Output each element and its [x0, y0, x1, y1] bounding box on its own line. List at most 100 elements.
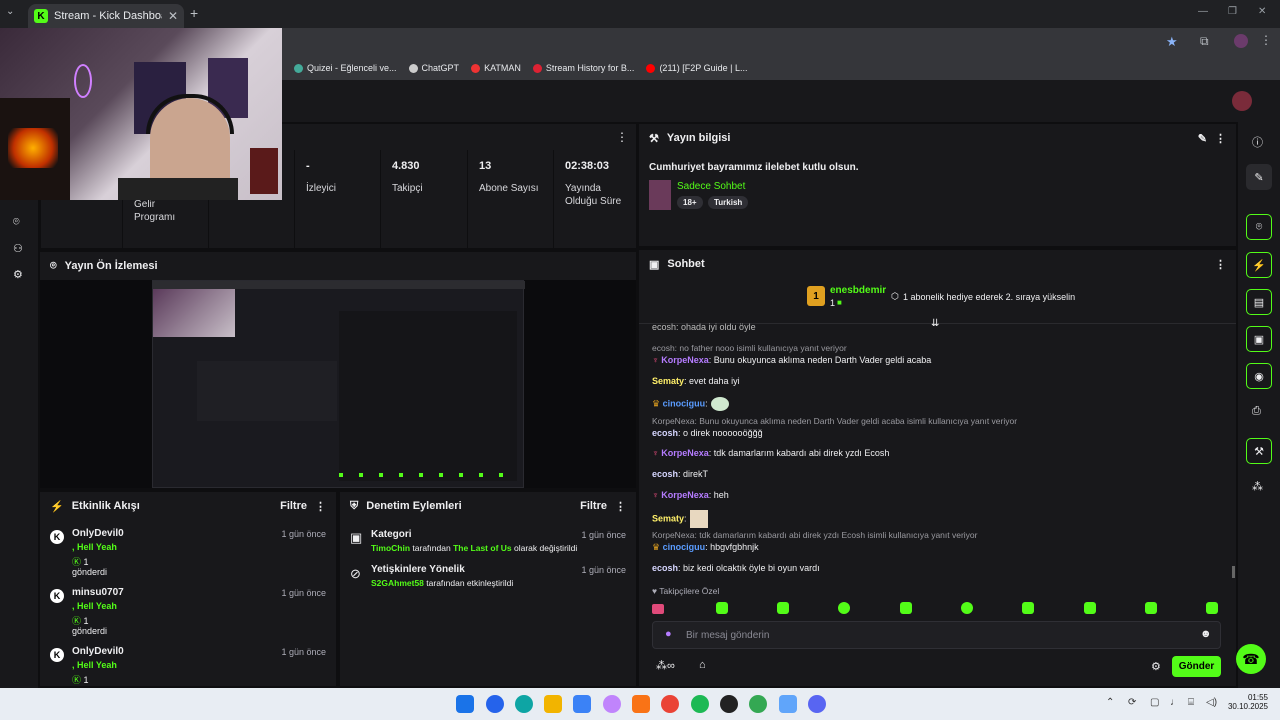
emote-button[interactable] [838, 602, 850, 614]
bookmark-item[interactable]: Stream History for B... [532, 63, 634, 73]
chat-username[interactable]: Sematy [652, 513, 684, 523]
emoji-icon[interactable]: ☻ [1200, 628, 1212, 640]
activity-user[interactable]: minsu0707 [72, 587, 124, 598]
category-link[interactable]: Sadece Sohbet [677, 181, 745, 192]
preview-video[interactable] [152, 280, 525, 488]
chat-menu-icon[interactable]: ⋮ [1215, 258, 1226, 271]
chat-input[interactable]: ● Bir mesaj gönderin ☻ [652, 621, 1221, 649]
close-window-icon[interactable]: ✕ [1258, 6, 1266, 17]
chat-username[interactable]: cinociguu [663, 542, 706, 552]
tray-app-icon[interactable]: ⟳ [1128, 697, 1136, 708]
chat-username[interactable]: ecosh [652, 469, 678, 479]
emote-button[interactable] [652, 604, 664, 614]
clock[interactable]: 01:55 30.10.2025 [1226, 693, 1268, 711]
chat-username[interactable]: KorpeNexa [661, 355, 709, 365]
stats-menu-icon[interactable]: ⋮ [616, 130, 628, 144]
settings-icon[interactable]: ⚙ [13, 268, 23, 281]
volume-icon[interactable]: ◁) [1206, 697, 1217, 708]
tray-chevron-icon[interactable]: ⌃ [1106, 697, 1114, 708]
chat-username[interactable]: Sematy [652, 376, 684, 386]
tools-button[interactable]: ⚒ [1246, 438, 1272, 464]
edit-icon[interactable]: ✎ [1198, 132, 1207, 145]
emote-button[interactable] [1084, 602, 1096, 614]
tab-close-icon[interactable]: ✕ [168, 9, 178, 23]
file-explorer-icon[interactable] [544, 695, 562, 713]
emote-button[interactable] [777, 602, 789, 614]
users-icon[interactable]: ⚇ [13, 242, 23, 255]
bookmark-star-icon[interactable]: ★ [1166, 34, 1178, 50]
chrome-icon[interactable] [661, 695, 679, 713]
emote-button[interactable] [1206, 602, 1218, 614]
edge-icon[interactable] [515, 695, 533, 713]
start-icon[interactable] [456, 695, 474, 713]
category-thumbnail[interactable] [649, 180, 671, 210]
support-chat-button[interactable]: ☎ [1236, 644, 1266, 674]
print-icon[interactable]: ⎙ [1252, 405, 1261, 418]
chat-username[interactable]: cinociguu [663, 398, 706, 408]
stream-view-button[interactable]: ⌾ [1246, 214, 1272, 240]
extensions-icon[interactable]: ⧉ [1200, 34, 1209, 49]
app-icon[interactable] [486, 695, 504, 713]
chrome-profile-icon[interactable] [749, 695, 767, 713]
bookmark-item[interactable]: KATMAN [471, 63, 521, 73]
vlc-icon[interactable] [632, 695, 650, 713]
restore-icon[interactable]: ❐ [1228, 6, 1237, 17]
tag-badge[interactable]: 18+ [677, 196, 703, 209]
discord-icon[interactable] [808, 695, 826, 713]
stream-icon[interactable]: ⌾ [13, 216, 20, 229]
copilot-icon[interactable] [603, 695, 621, 713]
bookmark-item[interactable]: ChatGPT [408, 63, 459, 73]
app-icon[interactable] [779, 695, 797, 713]
obs-icon[interactable] [720, 695, 738, 713]
emote-button[interactable] [716, 602, 728, 614]
emote-button[interactable] [1022, 602, 1034, 614]
chat-username[interactable]: KorpeNexa [661, 448, 709, 458]
mod-target[interactable]: The Last of Us [453, 543, 512, 553]
filter-button[interactable]: Filtre [580, 500, 607, 512]
chat-settings-icon[interactable]: ⚙ [1151, 660, 1161, 673]
emote-button[interactable] [900, 602, 912, 614]
tag-badge[interactable]: Turkish [708, 196, 749, 209]
chat-username[interactable]: ecosh [652, 563, 678, 573]
mic-icon[interactable]: ● [665, 628, 672, 640]
clipboard-button[interactable]: ▤ [1246, 289, 1272, 315]
panel-menu-icon[interactable]: ⋮ [1215, 132, 1226, 145]
info-icon[interactable]: ⓘ [1252, 134, 1263, 150]
filter-button[interactable]: Filtre [280, 500, 307, 512]
new-tab-button[interactable]: + [190, 5, 198, 21]
network-icon[interactable]: ⌸ [1188, 697, 1194, 708]
bookmark-item[interactable]: (211) [F2P Guide | L... [646, 63, 748, 73]
pinned-username[interactable]: enesbdemir [830, 285, 886, 296]
mod-user[interactable]: TimoChin [371, 543, 410, 553]
minimize-icon[interactable]: — [1198, 6, 1208, 17]
microphone-icon[interactable]: ♩ [1170, 697, 1180, 708]
browser-tab[interactable]: K Stream - Kick Dashboard ✕ [28, 4, 184, 28]
lightning-button[interactable]: ⚡ [1246, 252, 1272, 278]
collapse-icon[interactable]: ⇊ [931, 318, 939, 329]
chat-username[interactable]: KorpeNexa [661, 490, 709, 500]
store-app-icon[interactable] [573, 695, 591, 713]
community-chat-icon[interactable]: ⁂∞ [656, 659, 675, 672]
emote-button[interactable] [1145, 602, 1157, 614]
profile-avatar[interactable] [1234, 34, 1248, 48]
edit-mode-icon[interactable]: ✎ [1246, 164, 1272, 190]
broadcast-button[interactable]: ◉ [1246, 363, 1272, 389]
activity-user[interactable]: OnlyDevil0 [72, 646, 124, 657]
chat-button[interactable]: ▣ [1246, 326, 1272, 352]
community-icon[interactable]: ⁂ [1252, 480, 1263, 493]
store-icon[interactable]: ⌂ [699, 659, 706, 671]
spotify-icon[interactable] [691, 695, 709, 713]
chat-scrollbar[interactable] [1232, 566, 1235, 578]
activity-user[interactable]: OnlyDevil0 [72, 528, 124, 539]
panel-menu-icon[interactable]: ⋮ [315, 500, 326, 513]
browser-menu-icon[interactable]: ⋮ [1260, 33, 1272, 47]
chat-username[interactable]: ecosh [652, 428, 678, 438]
panel-menu-icon[interactable]: ⋮ [615, 500, 626, 513]
bookmark-item[interactable]: Quizei - Eğlenceli ve... [294, 63, 397, 73]
emote-button[interactable] [961, 602, 973, 614]
mod-user[interactable]: S2GAhmet58 [371, 578, 424, 588]
send-button[interactable]: Gönder [1172, 656, 1221, 677]
tray-app-icon[interactable]: ▢ [1150, 697, 1159, 708]
user-avatar[interactable] [1232, 91, 1252, 111]
tab-search-icon[interactable]: ⌄ [6, 6, 14, 17]
